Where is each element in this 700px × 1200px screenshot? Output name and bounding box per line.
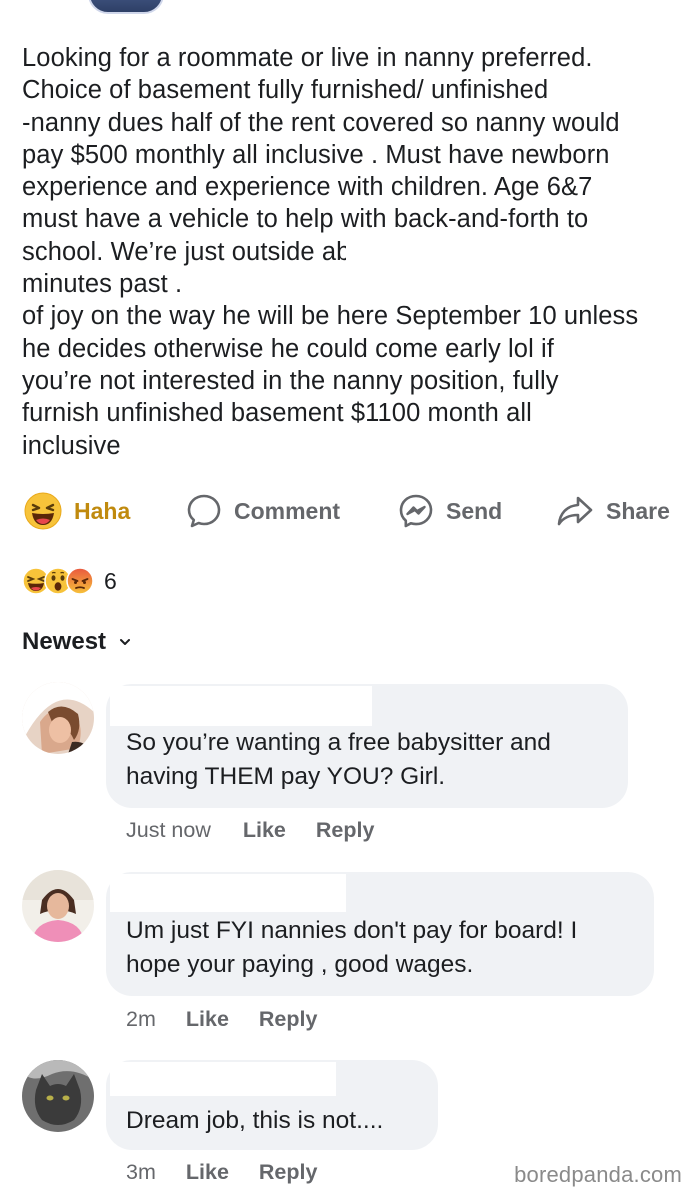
redaction-commenter-name — [110, 686, 372, 726]
send-label: Send — [446, 497, 503, 524]
facebook-post-screenshot: 10m Looking for a roommate or live in na… — [0, 0, 700, 1200]
like-comment-button[interactable]: Like — [243, 818, 286, 843]
reply-comment-button[interactable]: Reply — [259, 1007, 318, 1032]
redaction-location-1 — [346, 234, 514, 270]
send-button[interactable]: Send — [398, 488, 502, 534]
comment-label: Comment — [234, 497, 341, 524]
comment-text: Dream job, this is not.... — [126, 1107, 384, 1134]
messenger-icon — [398, 493, 434, 529]
comment-meta: 2m Like Reply — [126, 1007, 317, 1032]
post-action-bar: Haha Comment Send Share — [0, 488, 700, 534]
commenter-avatar[interactable] — [22, 870, 94, 942]
sort-label: Newest — [22, 628, 107, 655]
comment-timestamp: Just now — [126, 818, 211, 842]
share-button[interactable]: Share — [556, 488, 670, 534]
comment-timestamp: 2m — [126, 1007, 156, 1031]
reaction-count: 6 — [104, 567, 117, 594]
comment-sort-dropdown[interactable]: Newest — [22, 628, 132, 656]
commenter-avatar[interactable] — [22, 1060, 94, 1132]
redaction-commenter-name — [110, 1062, 336, 1096]
angry-icon — [66, 567, 94, 595]
commenter-avatar[interactable] — [22, 682, 94, 754]
poster-avatar[interactable] — [88, 0, 164, 14]
reply-comment-button[interactable]: Reply — [316, 818, 375, 843]
comment-text: So you’re wanting a free babysitter and … — [126, 729, 551, 790]
like-comment-button[interactable]: Like — [186, 1007, 229, 1032]
comment-icon — [186, 493, 222, 529]
redaction-commenter-name — [110, 874, 346, 912]
haha-label: Haha — [74, 497, 131, 524]
share-label: Share — [606, 497, 670, 524]
comment-text: Um just FYI nannies don't pay for board!… — [126, 917, 578, 978]
share-arrow-icon — [556, 494, 594, 528]
like-comment-button[interactable]: Like — [186, 1160, 229, 1185]
redaction-location-2 — [180, 268, 430, 302]
comment-meta: Just now Like Reply — [126, 818, 374, 843]
comment-timestamp: 3m — [126, 1160, 156, 1184]
haha-icon — [24, 492, 62, 530]
watermark: boredpanda.com — [514, 1162, 682, 1187]
reply-comment-button[interactable]: Reply — [259, 1160, 318, 1185]
reactions-summary[interactable]: 6 — [22, 566, 117, 596]
comment-meta: 3m Like Reply — [126, 1160, 317, 1185]
chevron-down-icon — [118, 637, 132, 647]
haha-reaction-button[interactable]: Haha — [24, 488, 130, 534]
comment-button[interactable]: Comment — [186, 488, 340, 534]
